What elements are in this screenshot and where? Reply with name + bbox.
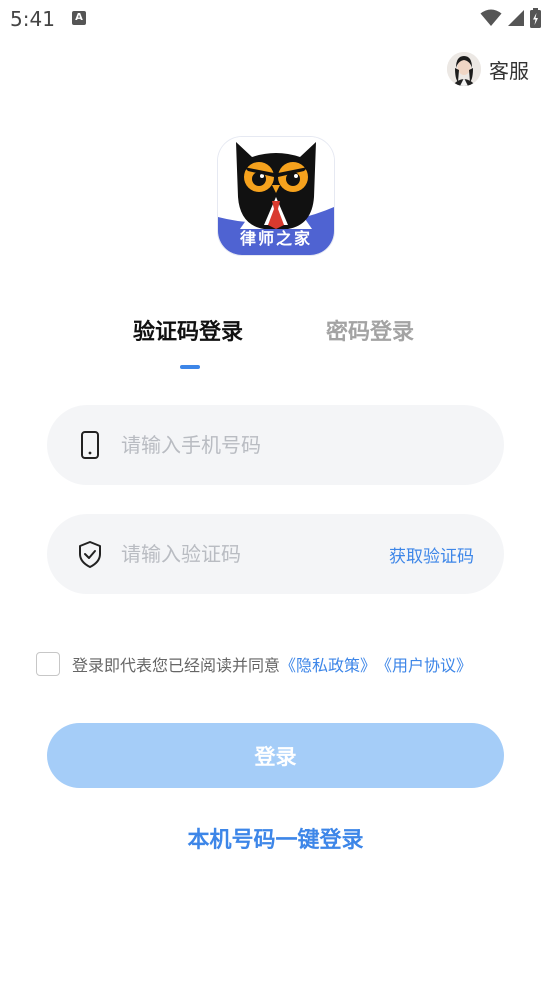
- user-agreement-link[interactable]: 《用户协议》: [376, 652, 472, 676]
- shield-check-icon: [79, 541, 101, 568]
- agreement-checkbox[interactable]: [36, 652, 60, 676]
- tab-indicator: [180, 365, 200, 369]
- tab-password-login[interactable]: 密码登录: [326, 314, 414, 346]
- one-click-login-button[interactable]: 本机号码一键登录: [0, 822, 551, 854]
- status-icons: [480, 8, 541, 28]
- login-screen: 5:41 A 客服 律师之家 验证码登录 密码登录 请输入手机号码 请输入验证码…: [0, 0, 551, 981]
- login-button[interactable]: 登录: [47, 723, 504, 788]
- app-name: 律师之家: [239, 229, 312, 248]
- status-bar: 5:41 A: [0, 0, 551, 38]
- customer-service-button[interactable]: 客服: [447, 52, 529, 86]
- avatar: [447, 52, 481, 86]
- signal-icon: [508, 10, 524, 26]
- app-logo: 律师之家: [218, 137, 334, 255]
- phone-icon: [81, 431, 99, 459]
- privacy-policy-link[interactable]: 《隐私政策》: [280, 652, 376, 676]
- tab-code-login[interactable]: 验证码登录: [133, 314, 243, 346]
- verification-code-input[interactable]: [121, 514, 371, 594]
- notification-a-icon: A: [72, 11, 86, 25]
- status-time: 5:41: [10, 7, 55, 31]
- phone-field: [47, 405, 504, 485]
- agreement-row: 登录即代表您已经阅读并同意 《隐私政策》 《用户协议》: [36, 652, 472, 676]
- verification-code-field: 获取验证码: [47, 514, 504, 594]
- get-code-button[interactable]: 获取验证码: [389, 542, 474, 567]
- phone-input[interactable]: [121, 405, 371, 485]
- battery-icon: [530, 8, 541, 28]
- agreement-text: 登录即代表您已经阅读并同意: [72, 656, 281, 675]
- service-label: 客服: [489, 58, 529, 83]
- wifi-icon: [480, 9, 502, 26]
